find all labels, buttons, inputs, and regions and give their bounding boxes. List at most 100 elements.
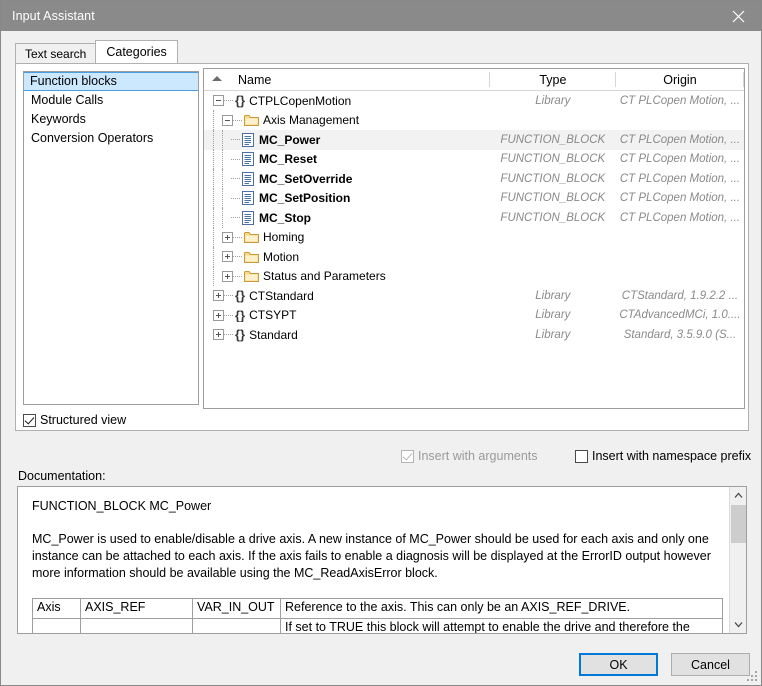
tree-item-label: MC_SetOverride [259, 172, 352, 186]
tree-item-label: CTStandard [249, 289, 314, 303]
structured-view-checkbox[interactable]: Structured view [23, 413, 126, 427]
tree-row-type-cell: Library [490, 95, 616, 107]
library-icon: {} [235, 289, 245, 302]
function-block-tree[interactable]: Name Type Origin {} CTPLCopenMotion Libr… [203, 68, 745, 409]
library-icon: {} [235, 309, 245, 322]
table-row[interactable]: MC_Power FUNCTION_BLOCK CT PLCopen Motio… [204, 130, 744, 150]
table-row[interactable]: Status and Parameters [204, 267, 744, 287]
insert-with-arguments-checkbox: Insert with arguments [401, 449, 538, 463]
documentation-scrollbar[interactable] [729, 487, 746, 633]
checkbox-box[interactable] [575, 450, 588, 463]
column-header-name-label: Name [238, 73, 271, 87]
doc-table-cell-description: Reference to the axis. This can only be … [281, 599, 723, 619]
tree-header: Name Type Origin [204, 69, 744, 91]
tree-row-origin-cell: CT PLCopen Motion, ... [616, 192, 744, 204]
chevron-up-icon[interactable] [730, 487, 747, 504]
tree-row-origin-cell: CT PLCopen Motion, ... [616, 212, 744, 224]
doc-table-cell-type: AXIS_REF [81, 599, 193, 619]
tree-expander-collapse-icon[interactable] [213, 95, 224, 106]
tree-expander-expand-icon[interactable] [213, 310, 224, 321]
category-item-keywords[interactable]: Keywords [24, 110, 198, 129]
tree-guide-line [224, 295, 233, 296]
cancel-button[interactable]: Cancel [671, 653, 750, 676]
tree-expander-expand-icon[interactable] [222, 232, 233, 243]
table-row[interactable]: MC_Stop FUNCTION_BLOCK CT PLCopen Motion… [204, 208, 744, 228]
category-item-module-calls[interactable]: Module Calls [24, 91, 198, 110]
checkbox-box[interactable] [23, 414, 36, 427]
documentation-content: FUNCTION_BLOCK MC_Power MC_Power is used… [18, 487, 730, 633]
table-row[interactable]: {} CTPLCopenMotion Library CT PLCopen Mo… [204, 91, 744, 111]
ok-button[interactable]: OK [579, 653, 658, 676]
resize-grip[interactable] [747, 671, 758, 682]
checkbox-box [401, 450, 414, 463]
category-item-function-blocks[interactable]: Function blocks [23, 72, 199, 91]
tree-guide-line [213, 227, 214, 247]
table-row[interactable]: {} CTSYPT Library CTAdvancedMCi, 1.0.... [204, 306, 744, 326]
column-header-origin[interactable]: Origin [616, 69, 744, 90]
tree-expander-expand-icon[interactable] [213, 290, 224, 301]
table-row[interactable]: MC_SetOverride FUNCTION_BLOCK CT PLCopen… [204, 169, 744, 189]
documentation-label: Documentation: [18, 469, 106, 483]
tree-guide-line [231, 139, 240, 140]
tab-categories[interactable]: Categories [95, 40, 177, 63]
scrollbar-thumb[interactable] [731, 505, 746, 543]
tree-item-label: Axis Management [263, 113, 359, 127]
tree-row-name-cell: MC_Reset [204, 149, 490, 169]
table-row[interactable]: Axis Management [204, 111, 744, 131]
tree-guide-line [224, 100, 233, 101]
insert-with-arguments-label: Insert with arguments [418, 449, 538, 463]
tree-item-label: Homing [263, 230, 304, 244]
insert-with-namespace-prefix-label: Insert with namespace prefix [592, 449, 751, 463]
doc-table-cell-name [33, 619, 81, 634]
folder-icon [244, 251, 259, 263]
tree-item-label: CTPLCopenMotion [249, 94, 351, 108]
documentation-table: Axis AXIS_REF VAR_IN_OUT Reference to th… [32, 598, 723, 633]
tree-row-type-cell: FUNCTION_BLOCK [490, 192, 616, 204]
table-row[interactable]: Homing [204, 228, 744, 248]
table-row[interactable]: Motion [204, 247, 744, 267]
tree-guide-line [213, 169, 214, 189]
table-row[interactable]: {} CTStandard Library CTStandard, 1.9.2.… [204, 286, 744, 306]
doc-table-cell-type [81, 619, 193, 634]
tree-guide-line [224, 315, 233, 316]
chevron-down-icon[interactable] [730, 616, 747, 633]
tab-text-search[interactable]: Text search [15, 43, 96, 63]
tree-expander-expand-icon[interactable] [222, 271, 233, 282]
column-header-name[interactable]: Name [204, 69, 490, 90]
tree-guide-line [213, 247, 214, 267]
tree-row-name-cell: {} CTPLCopenMotion [204, 94, 490, 108]
documentation-paragraph: MC_Power is used to enable/disable a dri… [32, 531, 722, 582]
table-row[interactable]: {} Standard Library Standard, 3.5.9.0 (S… [204, 325, 744, 345]
tree-guide-line [222, 130, 223, 150]
tab-strip: Text search Categories [15, 41, 749, 63]
tree-item-label: Standard [249, 328, 298, 342]
tree-row-origin-cell: Standard, 3.5.9.0 (S... [616, 329, 744, 341]
tree-row-type-cell: FUNCTION_BLOCK [490, 173, 616, 185]
table-row[interactable]: MC_SetPosition FUNCTION_BLOCK CT PLCopen… [204, 189, 744, 209]
tree-guide-line [233, 120, 242, 121]
tree-row-name-cell: MC_SetOverride [204, 169, 490, 189]
tree-guide-line [224, 334, 233, 335]
tree-expander-collapse-icon[interactable] [222, 115, 233, 126]
tree-guide-line [233, 256, 242, 257]
category-item-conversion-operators[interactable]: Conversion Operators [24, 129, 198, 148]
close-icon[interactable] [715, 1, 761, 31]
tree-row-origin-cell: CT PLCopen Motion, ... [616, 173, 744, 185]
category-list[interactable]: Function blocks Module Calls Keywords Co… [23, 71, 199, 405]
column-header-type[interactable]: Type [490, 69, 616, 90]
tree-expander-expand-icon[interactable] [222, 251, 233, 262]
table-row[interactable]: MC_Reset FUNCTION_BLOCK CT PLCopen Motio… [204, 150, 744, 170]
tree-row-type-cell: Library [490, 309, 616, 321]
tree-item-label: CTSYPT [249, 308, 296, 322]
tree-row-name-cell: MC_SetPosition [204, 188, 490, 208]
tree-expander-expand-icon[interactable] [213, 329, 224, 340]
tree-guide-line [231, 217, 240, 218]
tree-row-name-cell: {} CTStandard [204, 289, 490, 303]
insert-with-namespace-prefix-checkbox[interactable]: Insert with namespace prefix [575, 449, 751, 463]
folder-icon [244, 231, 259, 243]
tree-item-label: Status and Parameters [263, 269, 386, 283]
tree-row-type-cell: FUNCTION_BLOCK [490, 212, 616, 224]
window-title: Input Assistant [12, 9, 95, 23]
tree-row-type-cell: Library [490, 290, 616, 302]
folder-icon [244, 270, 259, 282]
